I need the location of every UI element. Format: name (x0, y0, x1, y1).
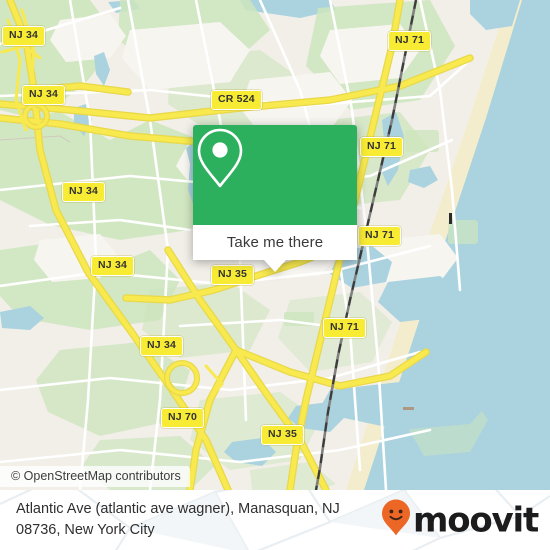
road-shield: NJ 34 (62, 182, 106, 202)
map-attribution[interactable]: © OpenStreetMap contributors (0, 466, 190, 487)
road-shield: NJ 34 (91, 256, 135, 276)
location-popup-card[interactable]: Take me there (193, 125, 357, 272)
moovit-wordmark: moovit (412, 500, 539, 540)
road-shield: NJ 34 (2, 26, 46, 46)
location-description: Atlantic Ave (atlantic ave wagner), Mana… (0, 499, 346, 540)
take-me-there-button[interactable]: Take me there (193, 225, 357, 260)
popup-tail (264, 260, 286, 272)
road-shield: NJ 35 (261, 425, 305, 445)
map-canvas[interactable]: NJ 34 NJ 34 CR 524 NJ 71 NJ 71 NJ 34 NJ 71 NJ 3… (0, 0, 550, 490)
road-shield: NJ 71 (358, 226, 402, 246)
moovit-logo[interactable]: moovit (381, 499, 539, 542)
road-shield: NJ 34 (22, 85, 66, 105)
moovit-map-screenshot: NJ 34 NJ 34 CR 524 NJ 71 NJ 71 NJ 34 NJ 71 NJ 3… (0, 0, 550, 550)
road-shield: NJ 71 (360, 137, 404, 157)
road-shield: NJ 71 (323, 318, 367, 338)
footer-bar: Atlantic Ave (atlantic ave wagner), Mana… (0, 490, 550, 550)
popup-icon-area (193, 125, 357, 225)
road-shield: NJ 70 (161, 408, 205, 428)
location-line-2: 08736, New York City (16, 522, 155, 538)
take-me-there-label: Take me there (226, 234, 324, 251)
location-line-1: Atlantic Ave (atlantic ave wagner), Mana… (16, 501, 340, 518)
road-shield: NJ 71 (388, 31, 432, 51)
road-shield: NJ 35 (211, 265, 255, 285)
road-shield: CR 524 (211, 90, 262, 110)
moovit-pin-icon (381, 499, 411, 542)
osm-attribution-text: © OpenStreetMap contributors (11, 469, 181, 483)
road-shield: NJ 34 (140, 336, 184, 356)
